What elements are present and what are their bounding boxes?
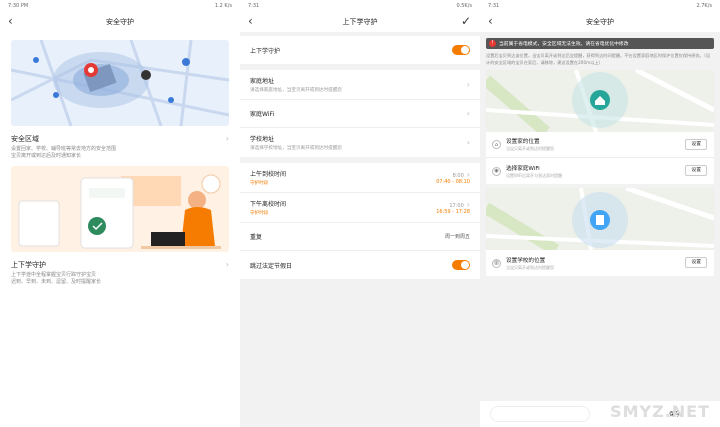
confirm-check-icon[interactable]: ✓	[461, 14, 471, 28]
home-map	[486, 70, 714, 132]
back-icon[interactable]: ‹	[8, 14, 13, 28]
morning-arrival-time: 8:00 ›	[452, 170, 470, 179]
set-home-desc: 当宝贝离开或到达时提醒您	[506, 146, 554, 151]
watermark: SMYZ.NET	[610, 402, 710, 421]
school-map-graphic	[486, 188, 714, 250]
home-address-row[interactable]: 家庭地址 请选择家庭地址，当宝贝离开或到达时提醒您 ›	[240, 70, 480, 100]
school-guard-toggle-label: 上下学守护	[250, 47, 281, 55]
safe-area-entry[interactable]: 安全区域 ›	[11, 134, 229, 144]
status-time: 7:30 PM	[8, 3, 29, 9]
school-guard-title: 上下学守护	[11, 261, 46, 269]
back-icon[interactable]: ‹	[248, 14, 253, 28]
school-building-icon: ▥	[492, 258, 501, 268]
school-guard-entry[interactable]: 上下学守护 ›	[11, 260, 229, 270]
afternoon-guard-period-label: 守护时段	[250, 211, 269, 216]
chevron-right-icon: ›	[466, 80, 470, 89]
school-guard-desc: 上下学途中全程掌握宝贝行踪守护宝贝 迟到、早到、未到、逗留、及时提醒家长	[11, 272, 102, 285]
select-wifi-title: 选择家庭WiFi	[506, 165, 540, 172]
address-section: 家庭地址 请选择家庭地址，当宝贝离开或到达时提醒您 › 家庭WiFi › 学校地…	[240, 70, 480, 157]
school-area-card: ▥ 设置学校的位置 当宝贝离开或到达时提醒您 设置	[486, 188, 714, 276]
school-map	[486, 188, 714, 250]
afternoon-leave-row[interactable]: 下午离校时间 守护时段 17:00 › 16:59 - 17:28	[240, 193, 480, 223]
warning-icon: !	[489, 40, 496, 47]
home-wifi-row[interactable]: 家庭WiFi ›	[240, 100, 480, 128]
home-icon: ⌂	[492, 140, 501, 149]
set-home-button[interactable]: 设置	[685, 139, 707, 150]
select-wifi-desc: 设置WiFi后离开与到达家时提醒	[506, 172, 563, 178]
home-address-label: 家庭地址	[250, 78, 275, 85]
city-map-graphic	[11, 40, 229, 126]
morning-guard-period-label: 守护时段	[250, 181, 269, 186]
afternoon-leave-time: 17:00 ›	[449, 200, 470, 209]
home-wifi-label: 家庭WiFi	[250, 111, 275, 118]
school-address-row[interactable]: 学校地址 请选择学校地址，当宝贝离开或到达时提醒您 ›	[240, 128, 480, 157]
set-school-button[interactable]: 设置	[685, 257, 707, 268]
school-guard-illustration[interactable]	[11, 166, 229, 252]
back-icon[interactable]: ‹	[488, 14, 493, 28]
set-school-title: 设置学校的位置	[506, 257, 546, 264]
wifi-icon: ◉	[492, 166, 501, 176]
screen-school-guard-settings: 7:31 0.5K/s ‹ 上下学守护 ✓ 上下学守护 家庭地址 请选择家庭地址…	[240, 0, 480, 427]
status-network: 1.2 K/s	[214, 3, 232, 9]
status-time: 7:31	[488, 3, 500, 9]
page-title: 安全守护	[586, 18, 614, 26]
school-guard-toggle-row: 上下学守护	[240, 36, 480, 64]
screen-safe-area-setup: 7:31 2.7K/s ‹ 安全守护 ! 当前属于省电模式，安全区域无法生效。请…	[480, 0, 720, 427]
safe-area-desc: 设置回家、学校、辅导班等常去地方的安全范围 宝贝离开或到达后及时通知家长	[11, 146, 117, 159]
afternoon-leave-label: 下午离校时间	[250, 201, 287, 208]
setup-description: 设置后宝贝到达该位置，当宝贝离开或到达后会提醒，获得到达时间提醒。不在设置家庭地…	[486, 53, 711, 65]
status-bar: 7:31 0.5K/s	[240, 0, 480, 12]
set-wifi-button[interactable]: 设置	[685, 165, 707, 176]
nav-bar: ‹ 安全守护	[0, 12, 240, 32]
home-map-graphic	[486, 70, 714, 132]
main-toggle-section: 上下学守护	[240, 36, 480, 64]
set-home-location-row[interactable]: ⌂ 设置家的位置 当宝贝离开或到达时提醒您 设置	[486, 132, 714, 158]
nav-bar: ‹ 安全守护	[480, 12, 720, 32]
safe-area-map-illustration[interactable]	[11, 40, 229, 126]
select-home-wifi-row[interactable]: ◉ 选择家庭WiFi 设置WiFi后离开与到达家时提醒 设置	[486, 158, 714, 184]
repeat-label: 重复	[250, 234, 263, 241]
status-network: 0.5K/s	[456, 3, 472, 9]
time-section: 上午到校时间 守护时段 8:00 › 07:40 - 08:10 下午离校时间 守…	[240, 163, 480, 279]
skip-holiday-label: 跳过法定节假日	[250, 262, 293, 270]
repeat-row[interactable]: 重复 周一到周五	[240, 223, 480, 251]
morning-guard-range: 07:40 - 08:10	[436, 179, 470, 185]
chevron-right-icon: ›	[466, 109, 470, 118]
set-school-desc: 当宝贝离开或到达时提醒您	[506, 264, 554, 270]
status-network: 2.7K/s	[696, 3, 712, 9]
set-home-title: 设置家的位置	[506, 139, 540, 145]
power-save-notice[interactable]: ! 当前属于省电模式，安全区域无法生效。请在省电优化中修改	[486, 38, 714, 49]
morning-arrival-label: 上午到校时间	[250, 171, 287, 178]
set-school-location-row[interactable]: ▥ 设置学校的位置 当宝贝离开或到达时提醒您 设置	[486, 250, 714, 276]
status-time: 7:31	[248, 3, 260, 9]
chevron-right-icon: ›	[225, 134, 229, 143]
skip-holiday-toggle[interactable]	[452, 260, 470, 270]
page-title: 上下学守护	[342, 18, 378, 26]
home-area-card: ⌂ 设置家的位置 当宝贝离开或到达时提醒您 设置 ◉ 选择家庭WiFi 设置Wi…	[486, 70, 714, 184]
nav-bar: ‹ 上下学守护 ✓	[240, 12, 480, 32]
school-address-desc: 请选择学校地址，当宝贝离开或到达时提醒您	[250, 146, 342, 151]
status-bar: 7:31 2.7K/s	[480, 0, 720, 12]
status-bar: 7:30 PM 1.2 K/s	[0, 0, 240, 12]
school-address-label: 学校地址	[250, 136, 275, 143]
chevron-right-icon: ›	[466, 138, 470, 147]
morning-arrival-row[interactable]: 上午到校时间 守护时段 8:00 › 07:40 - 08:10	[240, 163, 480, 193]
school-guard-toggle[interactable]	[452, 45, 470, 55]
home-address-desc: 请选择家庭地址，当宝贝离开或到达时提醒您	[250, 88, 342, 93]
safe-area-title: 安全区域	[11, 135, 39, 143]
repeat-value: 周一到周五	[444, 234, 470, 240]
afternoon-guard-range: 16:59 - 17:28	[436, 209, 470, 215]
notice-text: 当前属于省电模式，安全区域无法生效。请在省电优化中修改	[499, 42, 629, 47]
screen-safety-guard-home: 7:30 PM 1.2 K/s ‹ 安全守护 安全区域 › 设置回家、学校、辅导…	[0, 0, 240, 427]
skip-holiday-row: 跳过法定节假日	[240, 251, 480, 279]
page-title: 安全守护	[106, 18, 134, 26]
chevron-right-icon: ›	[225, 260, 229, 269]
school-guard-graphic	[11, 166, 229, 252]
bottom-input[interactable]	[490, 406, 590, 422]
